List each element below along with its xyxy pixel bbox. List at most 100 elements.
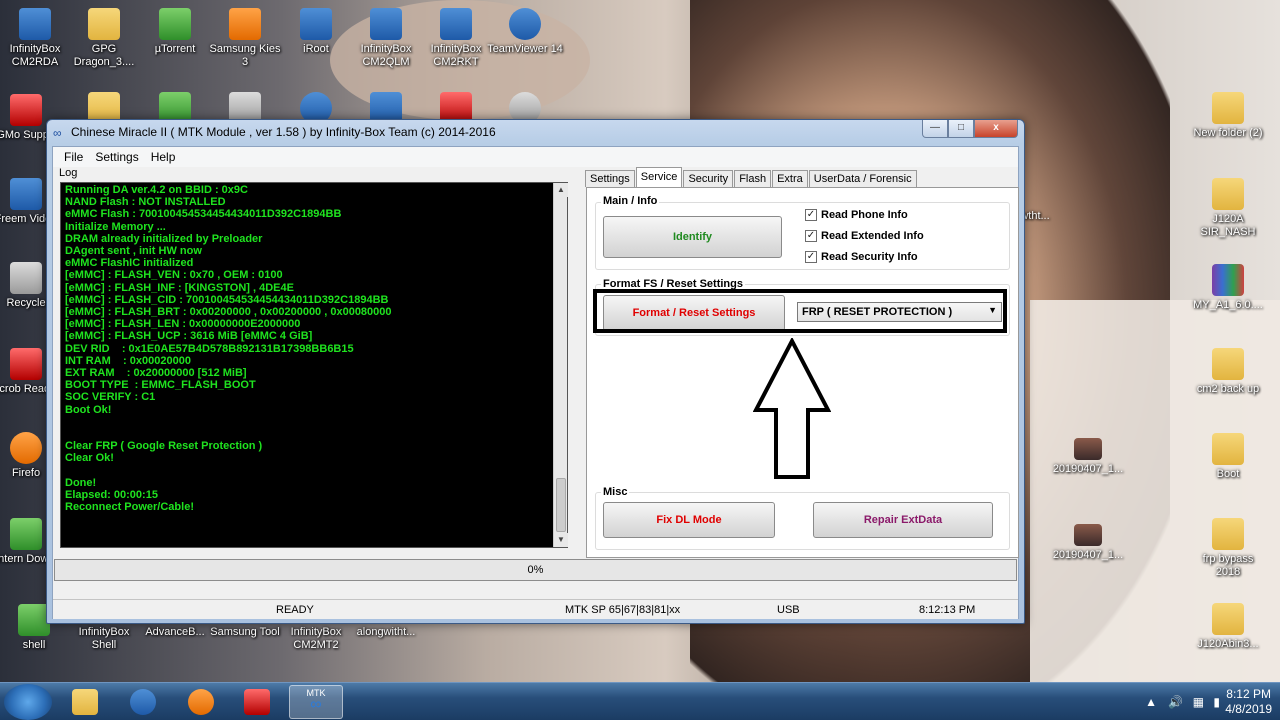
read-phone-info-checkbox[interactable]: ✓ Read Phone Info [805, 209, 908, 221]
folder-icon [72, 689, 98, 715]
recycle-bin-icon [10, 262, 42, 294]
taskbar-chrome[interactable] [230, 685, 284, 719]
tab-security[interactable]: Security [683, 170, 734, 187]
log-line: [eMMC] : FLASH_INF : [KINGSTON] , 4DE4E [65, 281, 294, 294]
taskbar-firefox[interactable] [174, 685, 228, 719]
folder-icon [1212, 92, 1244, 124]
taskbar-mtk[interactable]: MTK ∞ [289, 685, 343, 719]
desktop-icon-alongwitht[interactable]: alongwitht... [348, 626, 424, 639]
folder-icon [1212, 518, 1244, 550]
desktop-icon-frp-bypass[interactable]: frp bypass 2018 [1190, 518, 1266, 579]
clock[interactable]: 8:12 PM 4/8/2019 [1225, 687, 1272, 717]
desktop-icon-iroot[interactable]: iRoot [278, 8, 354, 56]
service-panel: Main / Info Identify ✓ Read Phone Info ✓… [586, 187, 1019, 558]
checkmark-icon: ✓ [805, 251, 817, 263]
log-line: Reconnect Power/Cable! [65, 501, 194, 514]
desktop-icon-cm2qlm[interactable]: InfinityBox CM2QLM [348, 8, 424, 69]
read-security-info-checkbox[interactable]: ✓ Read Security Info [805, 251, 918, 263]
network-icon[interactable]: ▦ [1193, 695, 1204, 709]
teamviewer-icon [509, 8, 541, 40]
menu-bar: File Settings Help [53, 147, 1018, 167]
desktop-icon-samsung-tool[interactable]: Samsung Tool [207, 626, 283, 639]
status-time: 8:12:13 PM [919, 604, 976, 616]
desktop-icon-advanceb[interactable]: AdvanceB... [137, 626, 213, 639]
system-tray: ▲ 🔊 ▦ ▮ [1145, 695, 1220, 709]
desktop-icon-cm2mt2[interactable]: InfinityBox CM2MT2 [278, 626, 354, 652]
log-line: DAgent sent , init HW now [65, 245, 202, 258]
tab-service[interactable]: Service [635, 167, 683, 187]
show-hidden-icons[interactable]: ▲ [1145, 695, 1157, 709]
log-line: Initialize Memory ... [65, 220, 166, 233]
desktop-icon-cm2rkt[interactable]: InfinityBox CM2RKT [418, 8, 494, 69]
minimize-button[interactable]: — [922, 120, 948, 138]
menu-file[interactable]: File [58, 147, 89, 167]
fix-dl-mode-button[interactable]: Fix DL Mode [603, 502, 775, 538]
start-button[interactable] [4, 684, 52, 720]
repair-extdata-button[interactable]: Repair ExtData [813, 502, 993, 538]
log-line: Clear FRP ( Google Reset Protection ) [65, 440, 263, 453]
highlight-annotation [593, 289, 1007, 333]
desktop-icon-cm2-back-up[interactable]: cm2 back up [1190, 348, 1266, 396]
desktop-icon-utorrent[interactable]: µTorrent [137, 8, 213, 56]
log-line: Done! [65, 476, 97, 489]
desktop-icon-photo[interactable]: 20190407_1... [1050, 524, 1126, 562]
scroll-down-icon[interactable]: ▼ [554, 533, 568, 547]
desktop-icon-teamviewer[interactable]: TeamViewer 14 [487, 8, 563, 56]
taskbar: MTK ∞ ▲ 🔊 ▦ ▮ 8:12 PM 4/8/2019 [0, 682, 1280, 720]
app-icon [10, 518, 42, 550]
menu-help[interactable]: Help [145, 147, 182, 167]
desktop-icon-infinitybox-shell[interactable]: InfinityBox Shell [66, 626, 142, 652]
scroll-thumb[interactable] [556, 478, 566, 532]
utorrent-icon [159, 8, 191, 40]
infinity-icon: ∞ [53, 126, 62, 140]
image-thumbnail-icon [1074, 438, 1102, 460]
menu-settings[interactable]: Settings [89, 147, 144, 167]
log-line: Running DA ver.4.2 on BBID : 0x9C [65, 184, 248, 196]
identify-button[interactable]: Identify [603, 216, 782, 258]
desktop-icon-kies[interactable]: Samsung Kies 3 [207, 8, 283, 69]
acrobat-icon [10, 348, 42, 380]
log-output[interactable]: Running DA ver.4.2 on BBID : 0x9C NAND Fl… [60, 182, 568, 548]
scroll-up-icon[interactable]: ▲ [554, 183, 568, 197]
checkmark-icon: ✓ [805, 230, 817, 242]
firefox-icon [188, 689, 214, 715]
iroot-icon [300, 8, 332, 40]
close-button[interactable]: x [974, 120, 1018, 138]
desktop-icon-j120a[interactable]: J120A SIR_NASH [1190, 178, 1266, 239]
tab-extra[interactable]: Extra [772, 170, 808, 187]
log-line: NAND Flash : NOT INSTALLED [65, 196, 226, 209]
volume-icon[interactable]: 🔊 [1168, 695, 1183, 709]
log-line: [eMMC] : FLASH_LEN : 0x00000000E2000000 [65, 318, 301, 331]
desktop-icon-my-a1[interactable]: MY_A1_6.0.... [1190, 264, 1266, 312]
tab-userdata-forensic[interactable]: UserData / Forensic [808, 170, 917, 187]
internet-explorer-icon [130, 689, 156, 715]
desktop-icon-photo[interactable]: 20190407_1... [1050, 438, 1126, 476]
tab-settings[interactable]: Settings [585, 170, 635, 187]
signal-icon[interactable]: ▮ [1213, 695, 1220, 709]
folder-icon [1212, 348, 1244, 380]
status-state: READY [276, 604, 314, 616]
up-arrow-annotation [753, 338, 831, 479]
taskbar-explorer[interactable] [58, 685, 112, 719]
desktop-icon-boot[interactable]: Boot [1190, 433, 1266, 481]
title-bar[interactable]: ∞ Chinese Miracle II ( MTK Module , ver … [47, 120, 1024, 144]
progress-bar: 0% [54, 559, 1017, 581]
log-line: EXT RAM : 0x20000000 [512 MiB] [65, 367, 247, 380]
log-line: [eMMC] : FLASH_UCP : 3616 MiB [eMMC 4 Gi… [65, 330, 313, 343]
desktop-icon-cm2rda[interactable]: InfinityBox CM2RDA [0, 8, 73, 69]
cm2-mtk-window: ∞ Chinese Miracle II ( MTK Module , ver … [46, 119, 1025, 624]
tab-flash[interactable]: Flash [734, 170, 772, 187]
clock-date: 4/8/2019 [1225, 702, 1272, 716]
desktop-icon-gpg-dragon[interactable]: GPG Dragon_3.... [66, 8, 142, 69]
status-port: USB [777, 604, 800, 616]
log-line: INT RAM : 0x00020000 [65, 354, 191, 367]
folder-icon [1212, 178, 1244, 210]
maximize-button[interactable]: □ [948, 120, 974, 138]
clock-time: 8:12 PM [1226, 687, 1271, 701]
read-extended-info-checkbox[interactable]: ✓ Read Extended Info [805, 230, 924, 242]
desktop-icon-new-folder[interactable]: New folder (2) [1190, 92, 1266, 140]
taskbar-ie[interactable] [116, 685, 170, 719]
log-scrollbar[interactable]: ▲ ▼ [553, 183, 568, 547]
infinity-icon: ∞ [310, 696, 322, 713]
desktop-icon-j120abin3[interactable]: J120Abin3... [1190, 603, 1266, 651]
